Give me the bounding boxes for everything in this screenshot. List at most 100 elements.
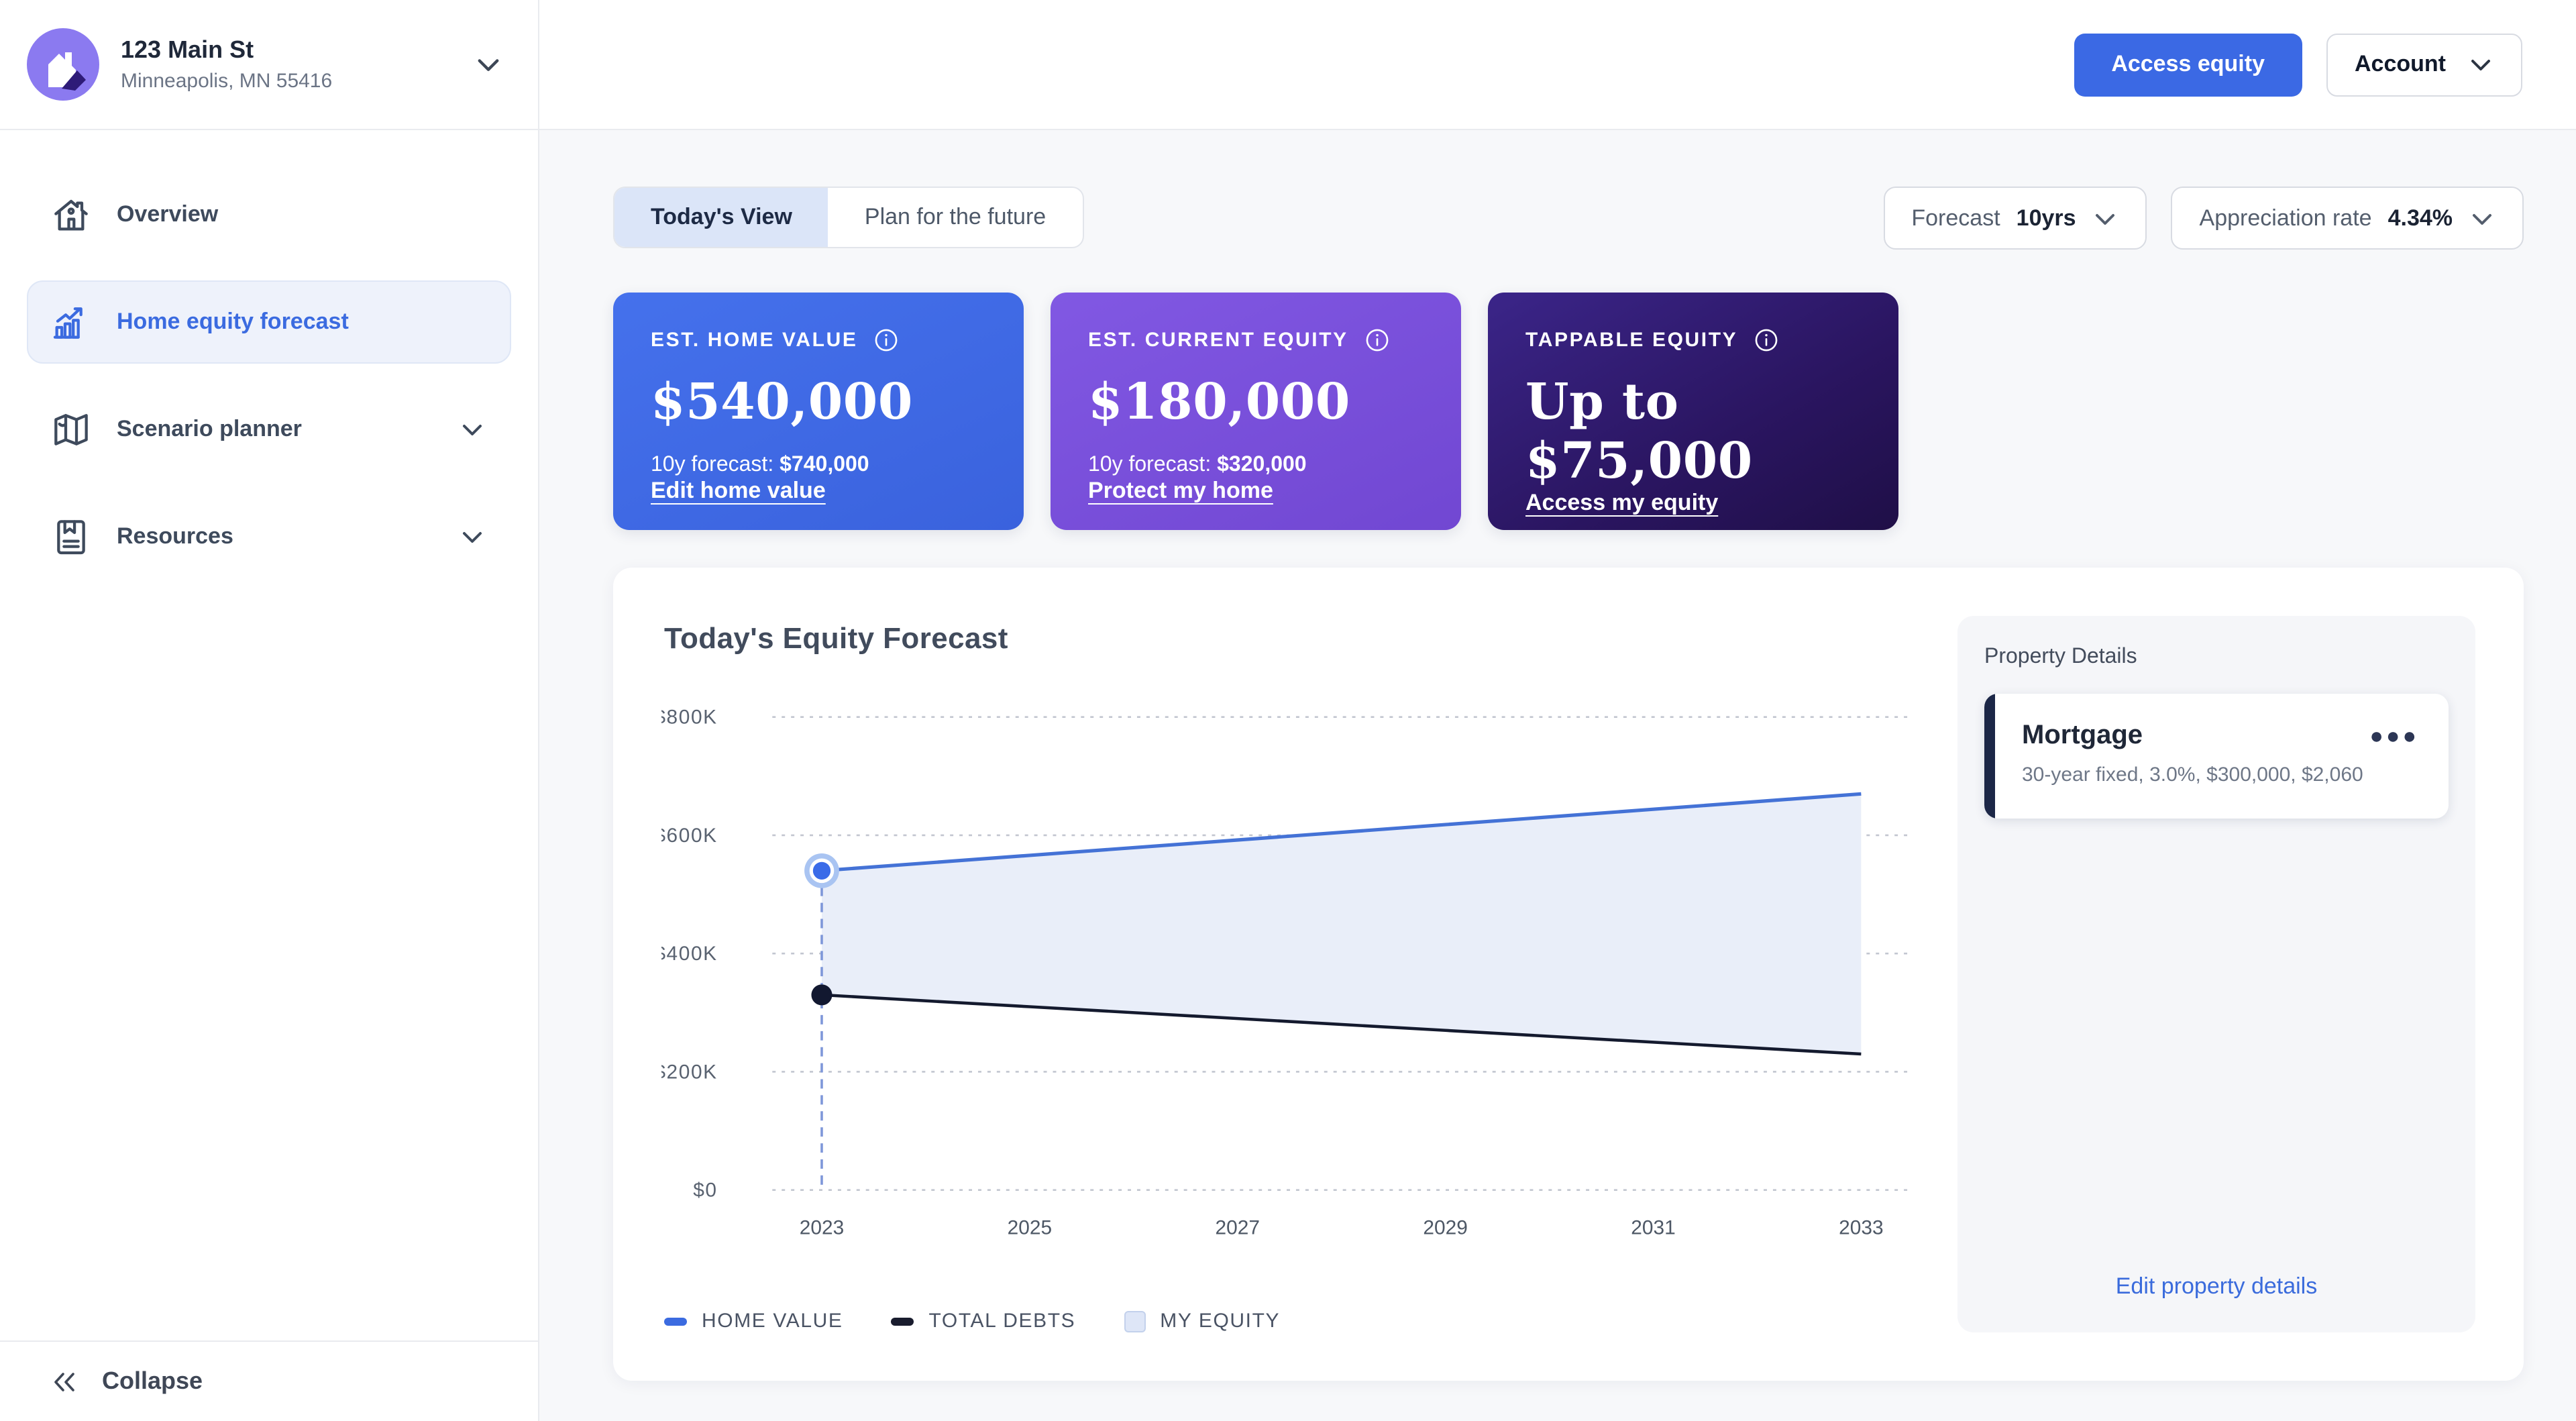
sidebar-item-label: Home equity forecast <box>117 309 349 335</box>
address-block: 123 Main St Minneapolis, MN 55416 <box>121 36 452 93</box>
card-title: EST. HOME VALUE <box>651 329 858 352</box>
sidebar-nav: Overview Home equity forecast <box>0 130 538 1340</box>
sidebar-item-overview[interactable]: Overview <box>27 173 511 256</box>
map-icon <box>50 408 93 451</box>
house-icon <box>50 193 93 236</box>
access-my-equity-link[interactable]: Access my equity <box>1525 490 1718 517</box>
mortgage-details: 30-year fixed, 3.0%, $300,000, $2,060 <box>2022 764 2419 786</box>
account-menu-button[interactable]: Account <box>2326 33 2522 96</box>
equity-forecast-card: Today's Equity Forecast $0 $200K $400K $600… <box>613 568 2524 1381</box>
chevron-down-icon <box>2467 51 2494 78</box>
more-options-icon[interactable]: ●●● <box>2369 725 2419 747</box>
stat-cards-row: EST. HOME VALUE $540,000 10y forecast: $… <box>613 293 2524 530</box>
info-icon[interactable] <box>1363 326 1391 354</box>
appreciation-rate-label: Appreciation rate <box>2200 205 2372 231</box>
svg-text:$0: $0 <box>693 1179 717 1202</box>
svg-text:2031: 2031 <box>1631 1216 1675 1239</box>
topbar: Access equity Account <box>539 0 2576 130</box>
address-line2: Minneapolis, MN 55416 <box>121 70 452 93</box>
chevron-down-icon <box>459 523 486 550</box>
card-title: TAPPABLE EQUITY <box>1525 329 1737 352</box>
svg-text:$600K: $600K <box>661 825 718 847</box>
svg-text:$400K: $400K <box>661 943 718 965</box>
address-line1: 123 Main St <box>121 36 452 64</box>
sidebar-item-scenario-planner[interactable]: Scenario planner <box>27 388 511 471</box>
main-area: Access equity Account Today's View Plan … <box>539 0 2576 1421</box>
legend-label: HOME VALUE <box>702 1310 843 1332</box>
card-title: EST. CURRENT EQUITY <box>1088 329 1348 352</box>
info-icon[interactable] <box>873 326 901 354</box>
controls-row: Today's View Plan for the future Forecas… <box>613 187 2524 250</box>
forecast-value: 10yrs <box>2017 205 2076 231</box>
sidebar-item-label: Resources <box>117 523 233 550</box>
card-value: $540,000 <box>651 372 986 431</box>
card-forecast-value: $740,000 <box>780 454 869 476</box>
sidebar-item-label: Scenario planner <box>117 416 302 443</box>
chart-section: Today's Equity Forecast $0 $200K $400K $600… <box>661 616 1917 1332</box>
tappable-equity-card: TAPPABLE EQUITY Up to $75,000 Access my … <box>1488 293 1898 530</box>
legend-label: TOTAL DEBTS <box>929 1310 1076 1332</box>
tab-todays-view[interactable]: Today's View <box>614 188 828 247</box>
account-label: Account <box>2355 51 2446 78</box>
est-current-equity-card: EST. CURRENT EQUITY $180,000 10y forecas… <box>1051 293 1461 530</box>
protect-my-home-link[interactable]: Protect my home <box>1088 478 1273 505</box>
edit-property-details-link[interactable]: Edit property details <box>2116 1273 2318 1300</box>
est-home-value-card: EST. HOME VALUE $540,000 10y forecast: $… <box>613 293 1024 530</box>
card-forecast-value: $320,000 <box>1217 454 1306 476</box>
tab-plan-for-future[interactable]: Plan for the future <box>828 188 1082 247</box>
chart-title: Today's Equity Forecast <box>664 621 1917 656</box>
card-forecast-label: 10y forecast: <box>1088 454 1211 476</box>
home-value-swatch-icon <box>664 1317 687 1325</box>
property-details-panel: Property Details Mortgage ●●● 30-year fi… <box>1957 616 2475 1332</box>
chart-legend: HOME VALUE TOTAL DEBTS MY EQUITY <box>664 1310 1917 1332</box>
sidebar-item-home-equity-forecast[interactable]: Home equity forecast <box>27 280 511 364</box>
legend-item-home-value: HOME VALUE <box>664 1310 843 1332</box>
access-equity-button[interactable]: Access equity <box>2074 33 2302 96</box>
card-value: $180,000 <box>1088 372 1424 431</box>
filters: Forecast 10yrs Appreciation rate 4.34% <box>1883 187 2524 250</box>
content: Today's View Plan for the future Forecas… <box>539 130 2576 1421</box>
card-title-row: EST. HOME VALUE <box>651 326 986 354</box>
document-bookmark-icon <box>50 515 93 558</box>
chevron-down-icon <box>459 416 486 443</box>
info-icon[interactable] <box>1752 326 1780 354</box>
edit-home-value-link[interactable]: Edit home value <box>651 478 826 505</box>
svg-text:2029: 2029 <box>1423 1216 1467 1239</box>
forecast-dropdown[interactable]: Forecast 10yrs <box>1883 187 2147 250</box>
app-logo <box>27 28 99 101</box>
card-forecast: 10y forecast: $320,000 <box>1088 454 1424 478</box>
svg-text:2025: 2025 <box>1008 1216 1052 1239</box>
svg-text:$800K: $800K <box>661 706 718 729</box>
legend-item-my-equity: MY EQUITY <box>1124 1310 1280 1332</box>
sidebar-item-label: Overview <box>117 201 218 228</box>
forecast-label: Forecast <box>1911 205 2000 231</box>
svg-text:2027: 2027 <box>1216 1216 1260 1239</box>
card-value: Up to $75,000 <box>1525 372 1861 490</box>
my-equity-swatch-icon <box>1124 1310 1145 1332</box>
mortgage-title-row: Mortgage ●●● <box>2022 721 2419 751</box>
sidebar-item-resources[interactable]: Resources <box>27 495 511 578</box>
chevron-down-icon <box>2469 205 2496 231</box>
svg-text:2033: 2033 <box>1839 1216 1883 1239</box>
svg-text:$200K: $200K <box>661 1061 718 1083</box>
mortgage-card[interactable]: Mortgage ●●● 30-year fixed, 3.0%, $300,0… <box>1984 694 2449 819</box>
card-forecast: 10y forecast: $740,000 <box>651 454 986 478</box>
property-switcher[interactable]: 123 Main St Minneapolis, MN 55416 <box>0 0 538 130</box>
page: 123 Main St Minneapolis, MN 55416 <box>0 0 2576 1421</box>
legend-item-total-debts: TOTAL DEBTS <box>892 1310 1076 1332</box>
card-title-row: TAPPABLE EQUITY <box>1525 326 1861 354</box>
app: 123 Main St Minneapolis, MN 55416 <box>0 0 2576 1421</box>
mortgage-name: Mortgage <box>2022 721 2143 751</box>
card-title-row: EST. CURRENT EQUITY <box>1088 326 1424 354</box>
collapse-sidebar-button[interactable]: Collapse <box>0 1340 538 1421</box>
sidebar: 123 Main St Minneapolis, MN 55416 <box>0 0 539 1421</box>
card-forecast-label: 10y forecast: <box>651 454 773 476</box>
total-debts-swatch-icon <box>892 1317 914 1325</box>
appreciation-rate-dropdown[interactable]: Appreciation rate 4.34% <box>2171 187 2524 250</box>
appreciation-rate-value: 4.34% <box>2388 205 2453 231</box>
legend-label: MY EQUITY <box>1160 1310 1280 1332</box>
collapse-label: Collapse <box>102 1367 203 1396</box>
chevron-down-icon <box>2092 205 2119 231</box>
svg-text:2023: 2023 <box>800 1216 844 1239</box>
property-details-title: Property Details <box>1984 645 2449 670</box>
